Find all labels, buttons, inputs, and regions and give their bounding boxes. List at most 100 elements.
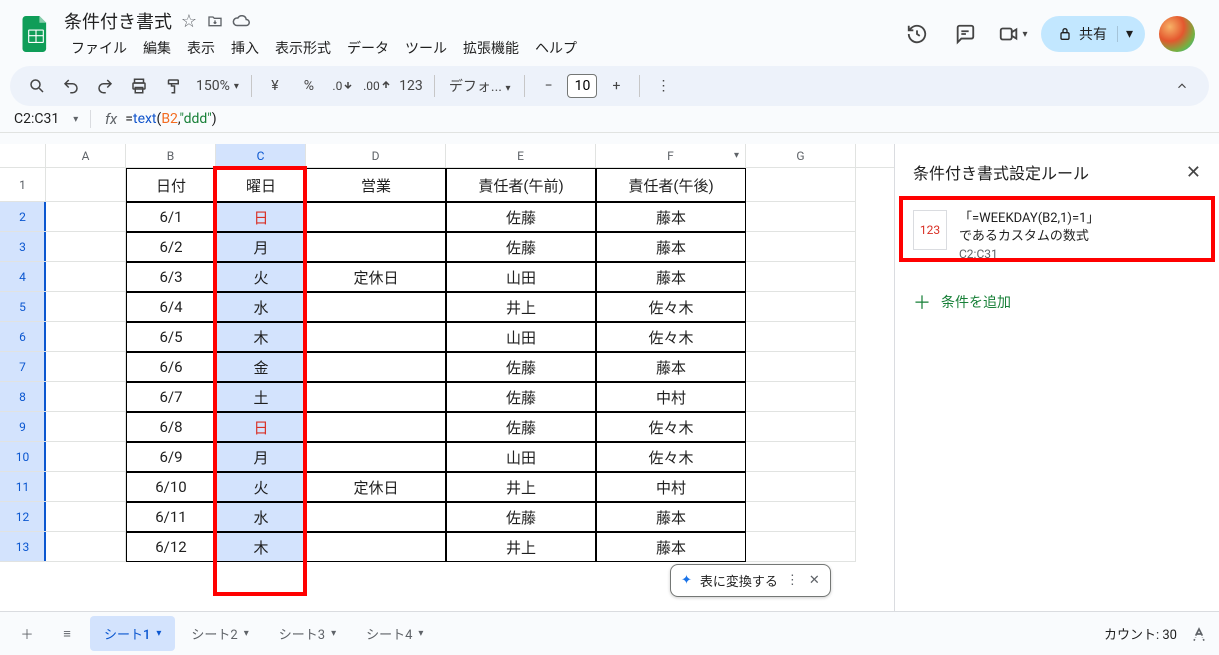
tip-more-icon[interactable]: ⋮: [786, 573, 799, 588]
cell-13-G[interactable]: [746, 532, 856, 562]
cell-3-E[interactable]: 佐藤: [446, 232, 596, 262]
cell-8-F[interactable]: 中村: [596, 382, 746, 412]
cell-10-C[interactable]: 月: [216, 442, 306, 472]
sheets-logo[interactable]: [16, 14, 56, 54]
cell-3-C[interactable]: 月: [216, 232, 306, 262]
zoom-select[interactable]: 150%▾: [192, 78, 243, 94]
cell-8-G[interactable]: [746, 382, 856, 412]
col-header-C[interactable]: C: [216, 144, 306, 167]
cell-5-C[interactable]: 水: [216, 292, 306, 322]
cell-5-A[interactable]: [46, 292, 126, 322]
explore-icon[interactable]: [1189, 624, 1209, 644]
cell-2-A[interactable]: [46, 202, 126, 232]
col-header-B[interactable]: B: [126, 144, 216, 167]
row-header-2[interactable]: 2: [0, 202, 46, 232]
cell-3-B[interactable]: 6/2: [126, 232, 216, 262]
cell-1-F[interactable]: 責任者(午後): [596, 168, 746, 202]
collapse-toolbar-icon[interactable]: [1167, 71, 1197, 101]
cell-2-C[interactable]: 日: [216, 202, 306, 232]
print-icon[interactable]: [124, 71, 154, 101]
cell-8-A[interactable]: [46, 382, 126, 412]
cell-1-D[interactable]: 営業: [306, 168, 446, 202]
col-header-G[interactable]: G: [746, 144, 856, 167]
meet-icon[interactable]: ▾: [993, 14, 1033, 54]
cell-7-D[interactable]: [306, 352, 446, 382]
undo-icon[interactable]: [56, 71, 86, 101]
col-header-E[interactable]: E: [446, 144, 596, 167]
cell-4-A[interactable]: [46, 262, 126, 292]
cell-13-B[interactable]: 6/12: [126, 532, 216, 562]
cell-5-E[interactable]: 井上: [446, 292, 596, 322]
cell-7-C[interactable]: 金: [216, 352, 306, 382]
cell-2-E[interactable]: 佐藤: [446, 202, 596, 232]
paint-format-icon[interactable]: [158, 71, 188, 101]
cell-10-D[interactable]: [306, 442, 446, 472]
sheet-tab-1[interactable]: シート1▾: [90, 616, 175, 651]
cell-1-E[interactable]: 責任者(午前): [446, 168, 596, 202]
cell-4-E[interactable]: 山田: [446, 262, 596, 292]
col-header-D[interactable]: D: [306, 144, 446, 167]
cell-7-F[interactable]: 藤本: [596, 352, 746, 382]
cell-4-B[interactable]: 6/3: [126, 262, 216, 292]
comment-icon[interactable]: [945, 14, 985, 54]
cell-5-B[interactable]: 6/4: [126, 292, 216, 322]
cell-12-A[interactable]: [46, 502, 126, 532]
cloud-icon[interactable]: [232, 12, 250, 30]
row-header-6[interactable]: 6: [0, 322, 46, 352]
cell-11-E[interactable]: 井上: [446, 472, 596, 502]
redo-icon[interactable]: [90, 71, 120, 101]
cell-11-F[interactable]: 中村: [596, 472, 746, 502]
cell-12-F[interactable]: 藤本: [596, 502, 746, 532]
row-header-1[interactable]: 1: [0, 168, 46, 202]
cell-9-C[interactable]: 日: [216, 412, 306, 442]
cell-1-A[interactable]: [46, 168, 126, 202]
cell-9-B[interactable]: 6/8: [126, 412, 216, 442]
increase-decimal-button[interactable]: .00: [362, 71, 392, 101]
cell-4-C[interactable]: 火: [216, 262, 306, 292]
cell-8-E[interactable]: 佐藤: [446, 382, 596, 412]
sheet-tab-4[interactable]: シート4▾: [352, 616, 437, 651]
cell-1-B[interactable]: 日付: [126, 168, 216, 202]
cell-9-G[interactable]: [746, 412, 856, 442]
avatar[interactable]: [1159, 16, 1195, 52]
cell-13-E[interactable]: 井上: [446, 532, 596, 562]
cell-11-G[interactable]: [746, 472, 856, 502]
star-icon[interactable]: ☆: [180, 12, 198, 30]
row-header-13[interactable]: 13: [0, 532, 46, 562]
history-icon[interactable]: [897, 14, 937, 54]
cell-13-F[interactable]: 藤本: [596, 532, 746, 562]
cell-10-G[interactable]: [746, 442, 856, 472]
cell-12-C[interactable]: 水: [216, 502, 306, 532]
cell-11-C[interactable]: 火: [216, 472, 306, 502]
cell-10-F[interactable]: 佐々木: [596, 442, 746, 472]
cell-10-E[interactable]: 山田: [446, 442, 596, 472]
row-header-8[interactable]: 8: [0, 382, 46, 412]
cell-7-G[interactable]: [746, 352, 856, 382]
more-toolbar-icon[interactable]: ⋮: [648, 71, 678, 101]
decrease-decimal-button[interactable]: .0: [328, 71, 358, 101]
menu-データ[interactable]: データ: [340, 36, 396, 60]
cell-6-A[interactable]: [46, 322, 126, 352]
cell-5-F[interactable]: 佐々木: [596, 292, 746, 322]
cell-6-C[interactable]: 木: [216, 322, 306, 352]
cell-3-G[interactable]: [746, 232, 856, 262]
add-sheet-icon[interactable]: ＋: [10, 617, 44, 651]
row-header-5[interactable]: 5: [0, 292, 46, 322]
cell-13-C[interactable]: 木: [216, 532, 306, 562]
row-header-12[interactable]: 12: [0, 502, 46, 532]
cell-12-B[interactable]: 6/11: [126, 502, 216, 532]
tip-close-icon[interactable]: ✕: [807, 571, 822, 590]
decrease-font-icon[interactable]: −: [533, 71, 563, 101]
menu-ヘルプ[interactable]: ヘルプ: [528, 36, 584, 60]
currency-button[interactable]: ¥: [260, 71, 290, 101]
cell-4-G[interactable]: [746, 262, 856, 292]
row-header-11[interactable]: 11: [0, 472, 46, 502]
fx-icon[interactable]: fx: [105, 110, 117, 128]
increase-font-icon[interactable]: +: [601, 71, 631, 101]
cell-9-F[interactable]: 佐々木: [596, 412, 746, 442]
cell-13-D[interactable]: [306, 532, 446, 562]
cell-4-D[interactable]: 定休日: [306, 262, 446, 292]
cell-12-E[interactable]: 佐藤: [446, 502, 596, 532]
row-header-9[interactable]: 9: [0, 412, 46, 442]
doc-title[interactable]: 条件付き書式: [64, 8, 172, 34]
